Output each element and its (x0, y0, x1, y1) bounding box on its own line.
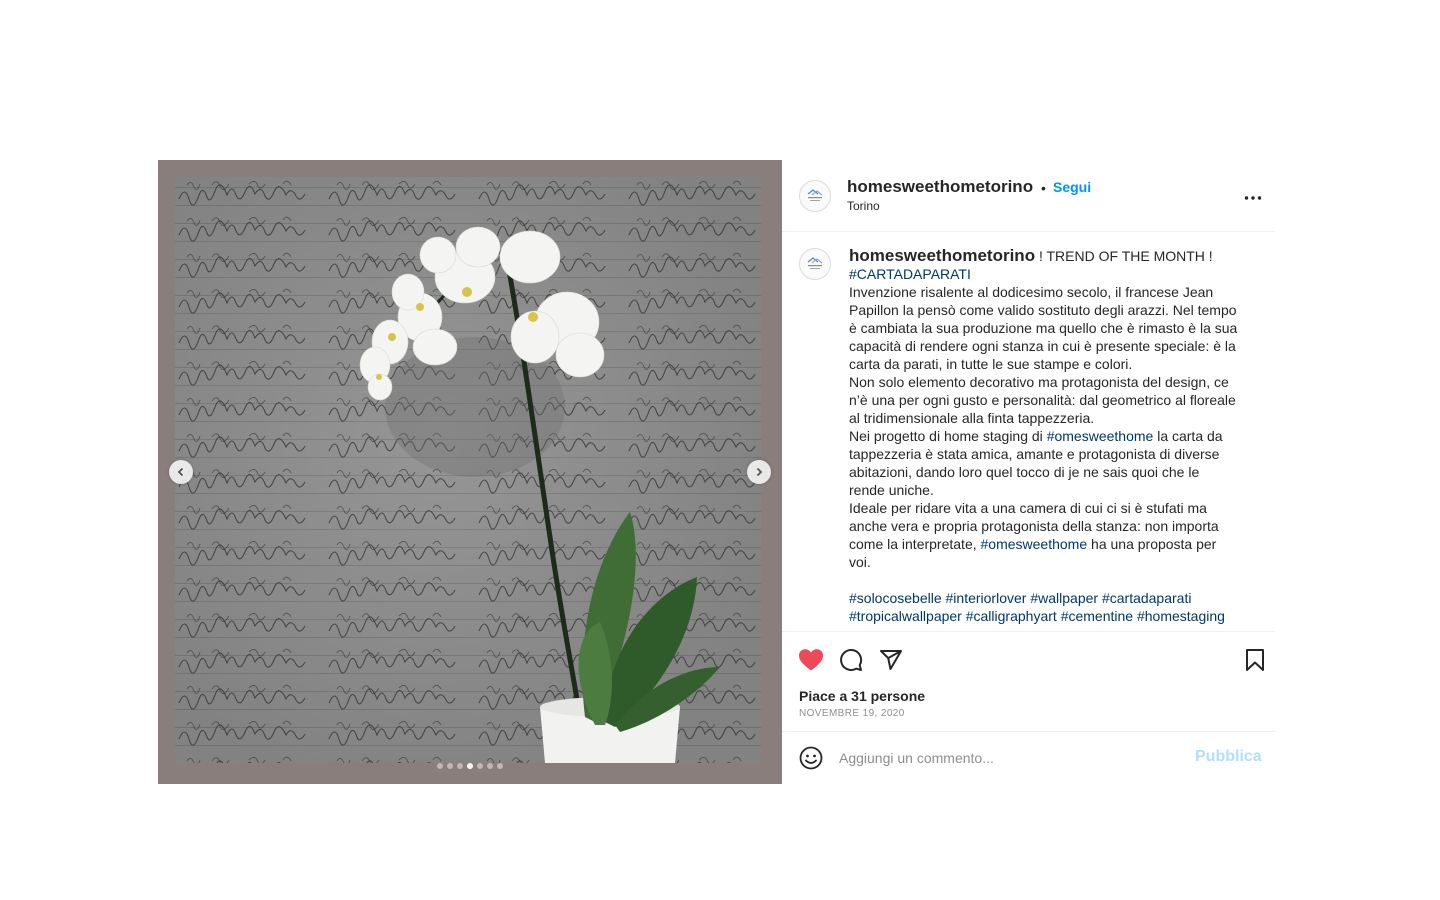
caption-scroll-area[interactable]: homesweethometorino ! TREND OF THE MONTH… (782, 233, 1275, 631)
carousel-dot (457, 763, 463, 769)
hashtag-link[interactable]: #tropicalwallpaper (849, 608, 962, 624)
caption-line: Papillon la pensò come valido sostituto … (849, 302, 1237, 318)
caption-username[interactable]: homesweethometorino (849, 246, 1035, 265)
post-actions: Piace a 31 persone NOVEMBRE 19, 2020 (782, 631, 1275, 731)
comment-button[interactable] (839, 648, 863, 677)
likes-count[interactable]: Piace a 31 persone (799, 688, 925, 704)
carousel-dot (467, 763, 473, 769)
caption-line: rende uniche. (849, 482, 934, 498)
caption-text: Nei progetto di home staging di (849, 428, 1047, 444)
carousel-dot (497, 763, 503, 769)
hashtag-link[interactable]: #cartadaparati (1102, 590, 1192, 606)
comment-bubble-icon (840, 649, 863, 671)
follow-button[interactable]: Segui (1053, 179, 1091, 195)
post-media[interactable] (158, 160, 782, 784)
emoji-button[interactable] (799, 746, 823, 775)
caption-line: Ideale per ridare vita a una camera di c… (849, 500, 1207, 516)
brand-logo-icon (807, 257, 823, 269)
orchid-plant (359, 226, 720, 763)
heart-filled-icon (799, 649, 823, 671)
location-link[interactable]: Torino (847, 199, 880, 213)
more-options-button[interactable] (1244, 188, 1262, 206)
caption-line: Non solo elemento decorativo ma protagon… (849, 374, 1229, 390)
carousel-dot (487, 763, 493, 769)
caption-line: al tridimensionale alla finta tappezzeri… (849, 410, 1095, 426)
comment-form: Pubblica (782, 731, 1275, 784)
save-button[interactable] (1245, 648, 1265, 677)
hashtag-link[interactable]: #CARTADAPARATI (849, 266, 971, 282)
post-caption: homesweethometorino ! TREND OF THE MONTH… (849, 247, 1259, 625)
hashtag-link[interactable]: #solocosebelle (849, 590, 942, 606)
hashtag-link[interactable]: #cementine (1061, 608, 1133, 624)
bookmark-icon (1246, 649, 1264, 671)
hashtag-link[interactable]: #omesweethome (1047, 428, 1154, 444)
hashtag-link[interactable]: #wallpaper (1030, 590, 1098, 606)
caption-line: capacità di rendere ogni stanza in cui è… (849, 338, 1236, 354)
hashtag-link[interactable]: #omesweethome (981, 536, 1088, 552)
caption-text: come la interpretate, (849, 536, 981, 552)
carousel-indicator (437, 763, 503, 769)
caption-line: tappezzeria è stata amica, amante e prot… (849, 446, 1220, 462)
carousel-prev-button[interactable] (169, 460, 193, 484)
brand-logo-icon (807, 189, 823, 201)
wallpaper-photo (175, 177, 761, 763)
carousel-next-button[interactable] (747, 460, 771, 484)
chevron-right-icon (756, 467, 763, 477)
caption-headline: ! TREND OF THE MONTH ! (1035, 248, 1213, 264)
avatar[interactable] (799, 180, 831, 212)
hashtag-link[interactable]: #interiorlover (946, 590, 1027, 606)
more-dots-icon (1244, 196, 1262, 200)
publish-button[interactable]: Pubblica (1195, 748, 1262, 766)
like-button[interactable] (798, 648, 824, 677)
post-header: homesweethometorino • Segui Torino (782, 160, 1275, 232)
caption-line: Invenzione risalente al dodicesimo secol… (849, 284, 1214, 300)
caption-line: voi. (849, 554, 871, 570)
author-username[interactable]: homesweethometorino (847, 177, 1033, 197)
caption-line: n’è una per ogni gusto e personalità: da… (849, 392, 1236, 408)
comment-input[interactable] (839, 745, 1179, 771)
hashtag-link[interactable]: #calligraphyart (966, 608, 1057, 624)
carousel-dot (437, 763, 443, 769)
post-side-panel: homesweethometorino • Segui Torino homes… (782, 160, 1275, 784)
caption-line: è cambiata la sua produzione ma quello c… (849, 320, 1238, 336)
avatar[interactable] (799, 248, 831, 280)
caption-line: anche vera e propria protagonista della … (849, 518, 1219, 534)
carousel-dot (447, 763, 453, 769)
carousel-dot (477, 763, 483, 769)
share-button[interactable] (879, 648, 903, 677)
post-date[interactable]: NOVEMBRE 19, 2020 (799, 708, 905, 719)
chevron-left-icon (177, 467, 184, 477)
separator-dot: • (1041, 180, 1046, 196)
caption-line: abitazioni, dando loro quel tocco di je … (849, 464, 1200, 480)
paper-plane-icon (880, 650, 902, 670)
hashtag-link[interactable]: #homestaging (1137, 608, 1225, 624)
caption-text: ha una proposta per (1087, 536, 1217, 552)
emoji-face-icon (799, 746, 823, 770)
caption-line: carta da parati, in tutte le sue stampe … (849, 356, 1133, 372)
caption-text: la carta da (1153, 428, 1223, 444)
